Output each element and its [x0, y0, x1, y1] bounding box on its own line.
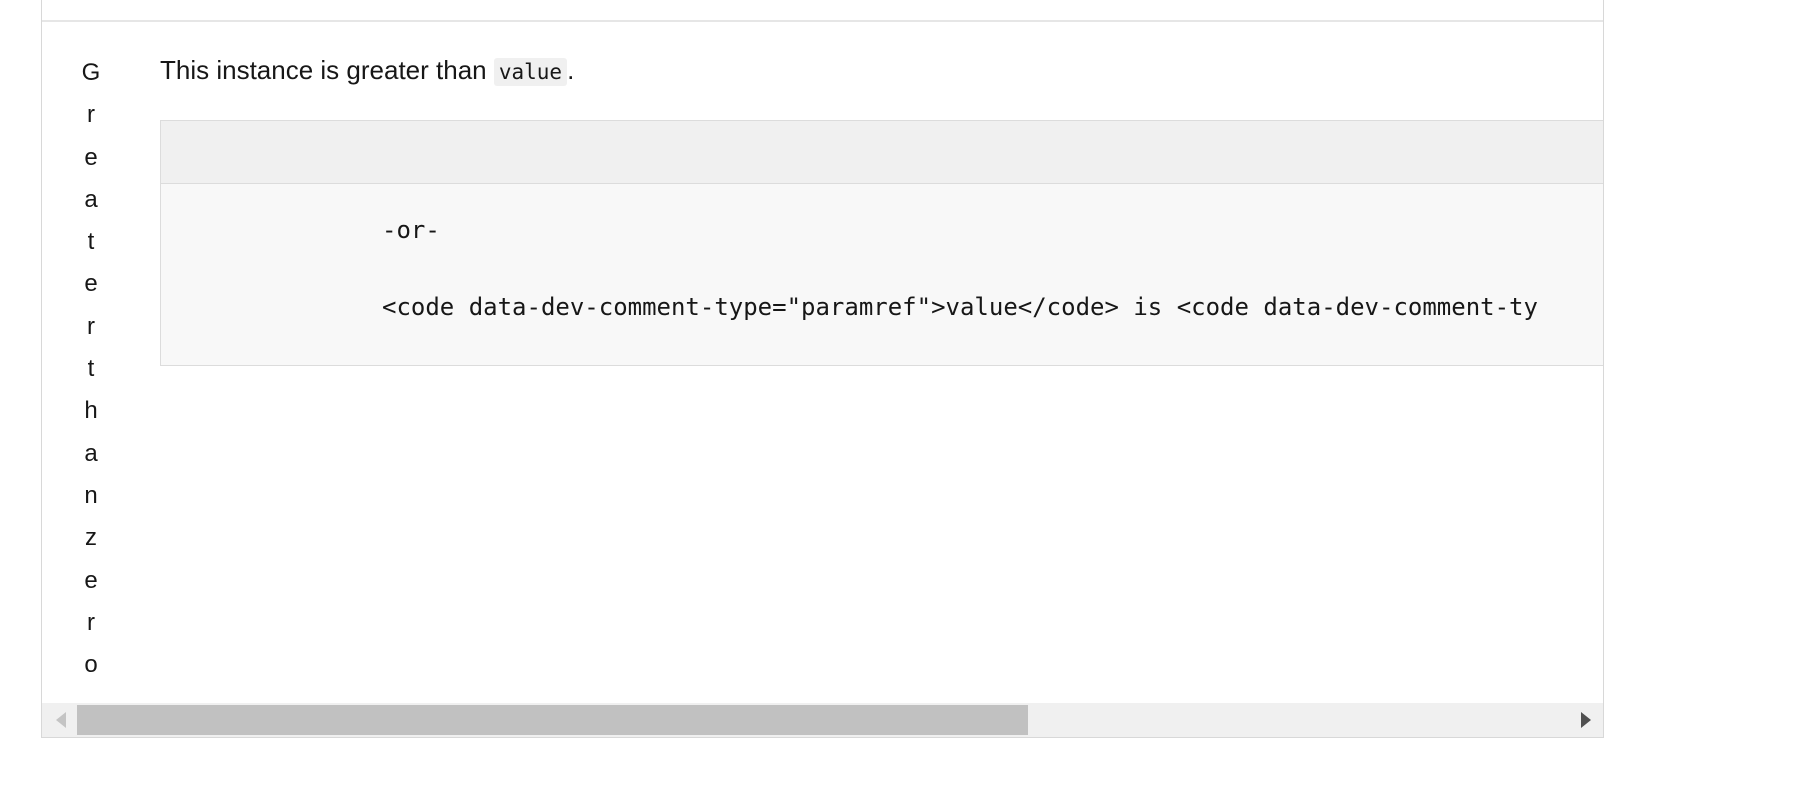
field-name-greater-than-zero: G r e a t e r t h a n z e r o [76, 52, 106, 686]
code-block-body: -or- <code data-dev-comment-type="paramr… [161, 184, 1603, 321]
description-inline-code: value [493, 58, 568, 86]
field-name-letter: o [84, 651, 98, 679]
field-name-letter: e [84, 143, 98, 171]
field-name-letter: a [84, 439, 98, 467]
field-name-letter: r [87, 312, 95, 340]
scroll-right-arrow-icon[interactable] [1581, 712, 1591, 728]
field-name-letter: e [84, 566, 98, 594]
scrollbar-thumb[interactable] [77, 705, 1028, 735]
row-divider [42, 20, 1603, 22]
code-line: <code data-dev-comment-type="paramref">v… [382, 293, 1538, 321]
scroll-left-arrow-icon[interactable] [56, 712, 66, 728]
field-description: This instance is greater than value. [160, 50, 574, 92]
field-name-letter: t [87, 228, 95, 256]
field-name-letter: e [84, 270, 98, 298]
field-name-letter: a [84, 185, 98, 213]
code-line: -or- [382, 216, 440, 244]
member-table: G r e a t e r t h a n z e r o This insta… [41, 0, 1604, 738]
code-block-header [161, 121, 1603, 184]
horizontal-scrollbar[interactable] [42, 703, 1603, 737]
field-name-letter: h [84, 397, 98, 425]
field-name-letter: r [87, 608, 95, 636]
code-block: -or- <code data-dev-comment-type="paramr… [160, 120, 1603, 366]
field-name-letter: z [85, 524, 97, 552]
description-text: This instance is greater than [160, 55, 494, 85]
field-name-letter: n [84, 481, 98, 509]
field-name-letter: t [87, 355, 95, 383]
description-end: . [567, 55, 575, 85]
field-name-letter: G [81, 59, 101, 86]
field-name-letter: r [87, 101, 95, 129]
